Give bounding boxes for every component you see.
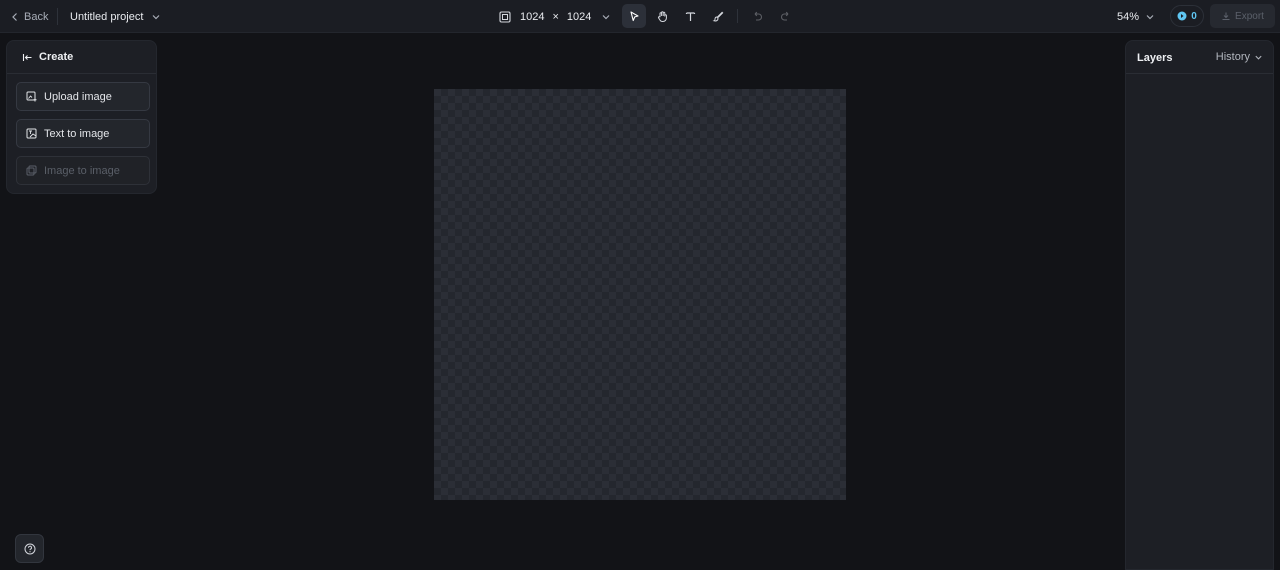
- chevron-down-icon: [1255, 55, 1262, 60]
- tool-group: [622, 4, 797, 28]
- text-tool-button[interactable]: [678, 4, 702, 28]
- artboard-canvas[interactable]: [434, 89, 846, 500]
- chevron-left-icon: [12, 13, 17, 21]
- chevron-down-icon: [152, 15, 160, 20]
- export-label: Export: [1235, 10, 1264, 22]
- brush-icon: [712, 11, 723, 22]
- chevron-down-icon: [602, 15, 610, 20]
- image-to-image-icon: [26, 165, 37, 176]
- download-icon: [1222, 12, 1230, 20]
- resize-icon: [499, 11, 511, 23]
- help-icon: [24, 543, 35, 554]
- collapse-left-icon: [22, 53, 32, 61]
- upload-image-icon: [26, 91, 37, 102]
- history-label: History: [1215, 51, 1250, 63]
- canvas-height: 1024: [566, 11, 592, 23]
- hand-tool-button[interactable]: [650, 4, 674, 28]
- back-button[interactable]: Back: [10, 9, 48, 25]
- chevron-down-icon: [1146, 15, 1154, 20]
- credit-coin-icon: [1177, 11, 1187, 21]
- image-to-image-button[interactable]: Image to image: [16, 156, 150, 185]
- redo-icon: [780, 11, 788, 21]
- hand-icon: [657, 10, 667, 22]
- pointer-icon: [629, 10, 639, 21]
- zoom-level: 54%: [1117, 11, 1140, 23]
- layers-panel-header: Layers History: [1126, 41, 1273, 74]
- canvas-width: 1024: [520, 11, 545, 23]
- create-panel-title: Create: [39, 51, 74, 63]
- help-button[interactable]: [15, 534, 44, 563]
- text-icon: [685, 11, 695, 21]
- undo-button[interactable]: [745, 4, 769, 28]
- top-toolbar: Back Untitled project 1024 × 1024 54% 0 …: [0, 0, 1280, 33]
- divider: [57, 8, 58, 25]
- create-panel-header[interactable]: Create: [7, 41, 156, 74]
- upload-image-label: Upload image: [44, 90, 112, 103]
- undo-icon: [754, 11, 762, 21]
- image-to-image-label: Image to image: [44, 164, 120, 177]
- tab-layers[interactable]: Layers: [1137, 52, 1172, 64]
- credits-count: 0: [1191, 10, 1197, 22]
- export-button[interactable]: Export: [1210, 4, 1275, 28]
- zoom-dropdown[interactable]: 54%: [1117, 9, 1155, 25]
- create-panel: Create Upload image Text to image Image …: [6, 40, 157, 194]
- divider: [737, 9, 738, 23]
- text-to-image-label: Text to image: [44, 127, 110, 140]
- upload-image-button[interactable]: Upload image: [16, 82, 150, 111]
- tab-history[interactable]: History: [1216, 51, 1263, 63]
- back-label: Back: [24, 11, 49, 23]
- project-name-dropdown[interactable]: Untitled project: [70, 9, 161, 25]
- project-name: Untitled project: [70, 11, 144, 23]
- text-to-image-button[interactable]: Text to image: [16, 119, 150, 148]
- canvas-size-dropdown[interactable]: 1024 × 1024: [498, 8, 611, 26]
- text-to-image-icon: [26, 128, 37, 139]
- brush-tool-button[interactable]: [706, 4, 730, 28]
- credits-badge[interactable]: 0: [1170, 5, 1204, 27]
- redo-button[interactable]: [773, 4, 797, 28]
- select-tool-button[interactable]: [622, 4, 646, 28]
- layers-panel: Layers History: [1125, 40, 1274, 570]
- size-separator: ×: [552, 11, 559, 23]
